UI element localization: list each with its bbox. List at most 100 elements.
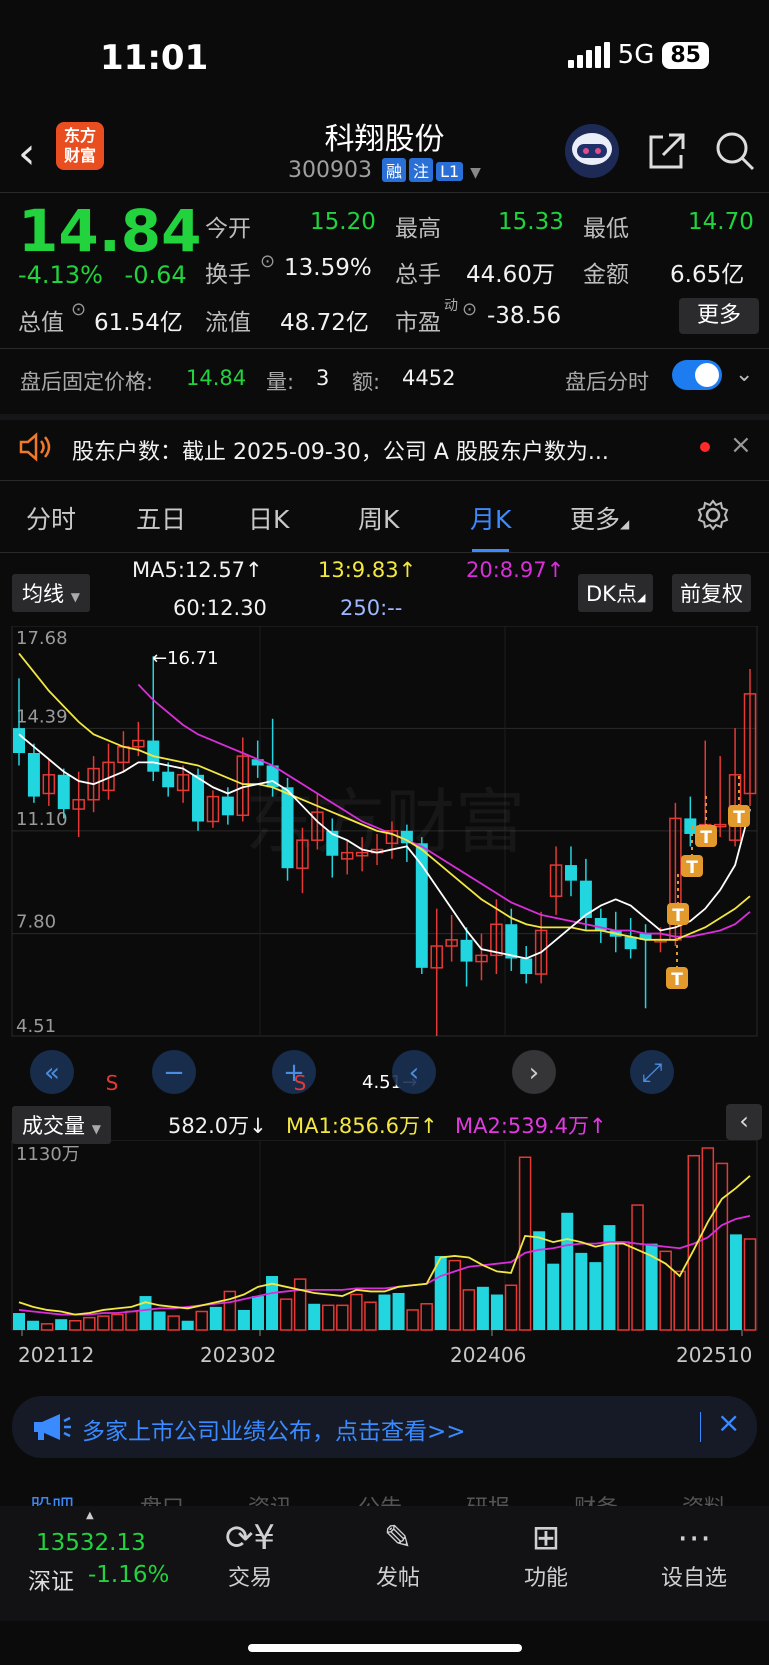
after-hours-price: 14.84 [186,366,247,390]
open-label: 今开 [205,216,251,242]
quote-panel: 14.84 -4.13% -0.64 今开 15.20 最高 15.33 最低 … [0,195,769,345]
post-button[interactable]: ✎ 发帖 [358,1516,438,1592]
high-label: 最高 [395,216,441,242]
more-dots-icon: ⋯ [677,1518,711,1558]
chevron-down-icon: ▼ [70,590,80,604]
float-label: 流值 [205,310,251,336]
volume-bar [490,1294,503,1330]
svg-text:‹: ‹ [409,1058,419,1088]
info-icon[interactable]: ⊙ [260,251,275,272]
svg-text:›: › [529,1058,539,1088]
index-value[interactable]: 13532.13 [36,1530,146,1556]
pe-value: -38.56 [487,303,562,329]
zoom-out-icon[interactable]: − [152,1050,196,1094]
tab-weekly-k[interactable]: 周K [358,500,399,536]
tab-five-day[interactable]: 五日 [136,500,186,536]
index-name: 深证 [28,1569,74,1595]
tab-daily-k[interactable]: 日K [248,500,289,536]
volume-bar [153,1311,166,1330]
tab-monthly-k[interactable]: 月K [470,500,511,552]
time-axis-label: 202406 [450,1343,526,1367]
gear-icon[interactable] [696,498,730,532]
notice-text: 股东户数：截止 2025-09-30，公司 A 股股东户数为... [72,440,609,465]
t-marker-label: T [686,858,698,878]
volume-bar [462,1289,476,1331]
arrow-up-icon: ↑ [245,558,263,582]
volume-ma2: MA2:539.4万↑ [455,1114,607,1138]
bottom-action-bar: ▲ 13532.13 深证 -1.16% ⟳¥ 交易 ✎ 发帖 ⊞ 功能 ⋯ 设… [0,1506,769,1621]
t-marker-label: T [700,828,712,848]
arrow-up-icon: ↑ [420,1114,438,1138]
volume-bar [139,1296,152,1330]
fullscreen-icon[interactable]: ⤢ [630,1050,674,1094]
tab-research[interactable]: 研报 [466,1490,510,1506]
network-type: 5G [617,40,655,70]
ma13-value: 13:9.83↑ [318,558,417,582]
tab-profile[interactable]: 资料 [682,1490,726,1506]
volume-bar [673,1270,686,1331]
after-hours-vol: 3 [316,366,330,390]
home-indicator [248,1644,522,1652]
more-stats-button[interactable]: 更多 [679,298,759,334]
trade-button[interactable]: ⟳¥ 交易 [210,1516,290,1592]
share-icon[interactable] [645,129,689,173]
volume-bar [97,1315,110,1331]
volume-bar [420,1303,433,1331]
after-hours-toggle[interactable] [672,360,722,390]
divider [0,552,769,553]
dk-point-button[interactable]: DK点◢ [578,574,654,612]
tag-margin: 融 [382,158,407,182]
volume-bar [715,1162,729,1331]
news-banner[interactable]: 多家上市公司业绩公布，点击查看>> × [12,1396,757,1458]
ma5-value: MA5:12.57↑ [132,558,263,582]
volume-bar [209,1306,222,1330]
candle-body [624,936,637,950]
scroll-left-fast-icon[interactable]: « [30,1050,74,1094]
volume-indicator-selector[interactable]: 成交量 ▼ [12,1106,111,1144]
turnover-label: 换手 [205,262,251,288]
volume-axis-top: 1130万 [16,1144,80,1165]
low-label: 最低 [583,216,629,242]
tab-orderbook[interactable]: 盘口 [140,1490,184,1506]
indicator-selector[interactable]: 均线 ▼ [12,574,90,612]
info-icon[interactable]: ⊙ [462,299,477,320]
notice-bar[interactable]: 股东户数：截止 2025-09-30，公司 A 股股东户数为... × [0,418,769,478]
tab-intraday[interactable]: 分时 [26,500,76,536]
tab-announcements[interactable]: 公告 [358,1490,402,1506]
chevron-down-icon: ▼ [470,165,481,181]
tab-news[interactable]: 资讯 [248,1490,292,1506]
candle-body [505,924,518,959]
grid-icon: ⊞ [531,1518,561,1558]
banner-text: 多家上市公司业绩公布，点击查看>> [82,1419,466,1445]
ma60-value: 60:12.30 [173,596,267,620]
change-percent: -4.13% [18,261,103,289]
volume-bar [378,1294,391,1330]
chevron-down-icon[interactable]: ⌄ [735,362,753,387]
info-icon[interactable]: ⊙ [71,299,86,320]
scroll-left-icon[interactable]: ‹ [392,1050,436,1094]
volume-bar [40,1323,54,1331]
price-tick-label: 14.39 [16,706,68,727]
collapse-panel-icon[interactable]: ‹ [726,1104,762,1140]
volume-chart[interactable]: 1130万 202112 202302 202406 202510 [0,1140,769,1386]
tab-finance[interactable]: 财务 [574,1490,618,1506]
forward-adjust-button[interactable]: 前复权 [672,574,751,612]
candle-body [13,728,25,754]
robot-assistant-icon[interactable] [563,122,621,180]
functions-button[interactable]: ⊞ 功能 [506,1516,586,1592]
search-icon[interactable] [713,129,757,173]
tab-forum[interactable]: 股吧 [30,1490,74,1506]
t-marker-label: T [672,906,684,926]
tab-more[interactable]: 更多◢ [570,500,629,536]
s-marker: S [106,1071,119,1095]
scroll-right-icon[interactable]: › [512,1050,556,1094]
close-icon[interactable]: × [730,430,752,460]
volume-bar [83,1316,96,1331]
volume-bar [251,1296,264,1330]
arrow-up-icon: ↑ [546,558,565,582]
close-icon[interactable]: × [717,1406,740,1439]
monthly-candle-chart[interactable]: 17.6814.3911.107.804.51东方财富←16.714.51→TT… [0,626,769,1100]
volume-bar [336,1304,349,1331]
add-watchlist-button[interactable]: ⋯ 设自选 [654,1516,734,1592]
volume-bar [195,1310,208,1331]
